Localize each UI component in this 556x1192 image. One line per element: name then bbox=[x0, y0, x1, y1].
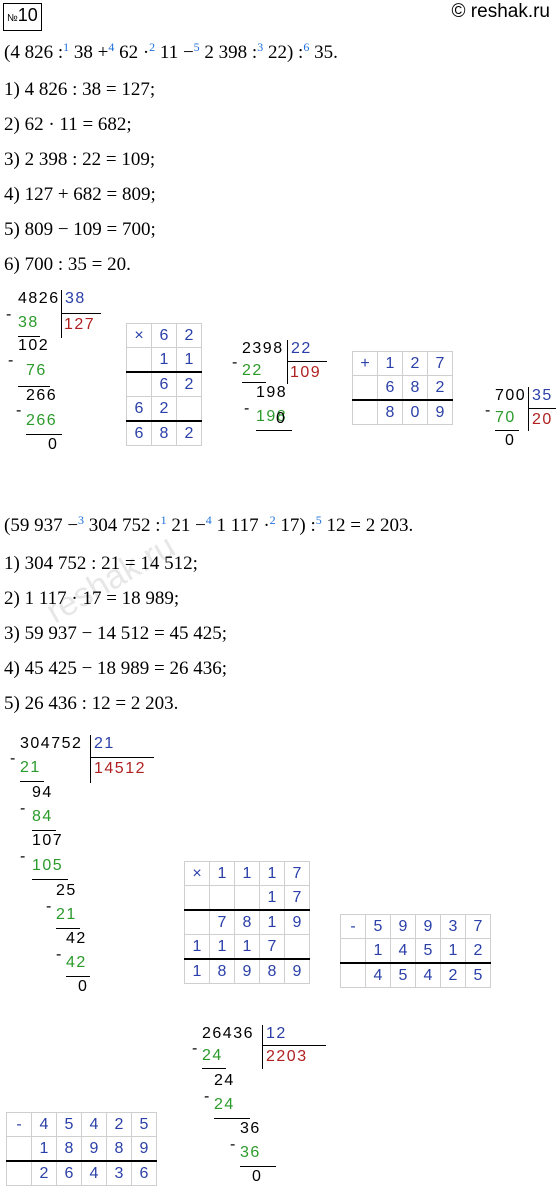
subtrahend: 105 bbox=[32, 857, 64, 874]
multiplication-1117-17: × 1 1 1 7 17 7819 1117 18989 bbox=[184, 861, 310, 984]
step-line: 4) 127 + 682 = 809; bbox=[4, 184, 156, 205]
step-line: 5) 26 436 : 12 = 2 203. bbox=[4, 693, 179, 714]
subtrahend: 22 bbox=[242, 362, 263, 379]
remainder: 36 bbox=[240, 1120, 261, 1137]
step-line: 5) 809 − 109 = 700; bbox=[4, 219, 156, 240]
final-remainder: 0 bbox=[78, 978, 89, 995]
problem-number-badge: №10 bbox=[3, 3, 42, 31]
subtrahend: 70 bbox=[495, 409, 516, 426]
step-line: 6) 700 : 35 = 20. bbox=[4, 254, 131, 275]
badge-number: 10 bbox=[17, 5, 38, 25]
expression-1: (4 826 :1 38 +4 62 ·2 11 −5 2 398 :3 22)… bbox=[4, 40, 338, 63]
quotient: 109 bbox=[290, 364, 322, 381]
remainder: 107 bbox=[32, 832, 64, 849]
quotient: 2203 bbox=[266, 1048, 308, 1065]
subtrahend: 38 bbox=[18, 314, 39, 331]
quotient: 20 bbox=[532, 411, 553, 428]
divisor: 21 bbox=[94, 735, 115, 752]
multiplication-62-11: × 6 2 11 62 62 682 bbox=[126, 323, 202, 446]
subtrahend: 24 bbox=[214, 1096, 235, 1113]
step-line: 3) 59 937 − 14 512 = 45 425; bbox=[4, 623, 228, 644]
remainder: 42 bbox=[66, 930, 87, 947]
site-credit: © reshak.ru bbox=[451, 1, 550, 22]
dividend: 2398 bbox=[242, 340, 284, 357]
subtrahend: 266 bbox=[26, 412, 58, 429]
remainder: 0 bbox=[252, 1168, 263, 1185]
dividend: 700 bbox=[495, 387, 527, 404]
subtrahend: 84 bbox=[32, 808, 53, 825]
step-line: 1) 4 826 : 38 = 127; bbox=[4, 79, 156, 100]
step-line: 2) 62 · 11 = 682; bbox=[4, 114, 132, 135]
quotient: 127 bbox=[64, 316, 96, 333]
subtrahend: 36 bbox=[240, 1144, 261, 1161]
step-line: 2) 1 117 · 17 = 18 989; bbox=[4, 588, 180, 609]
dividend: 26436 bbox=[202, 1025, 254, 1042]
subtrahend: 24 bbox=[202, 1047, 223, 1064]
divisor: 35 bbox=[532, 387, 553, 404]
step-line: 4) 45 425 − 18 989 = 26 436; bbox=[4, 658, 228, 679]
subtrahend: 21 bbox=[20, 759, 41, 776]
remainder: 0 bbox=[505, 432, 516, 449]
remainder: 94 bbox=[32, 784, 53, 801]
divisor: 22 bbox=[291, 340, 312, 357]
subtrahend: 21 bbox=[56, 906, 77, 923]
divisor: 12 bbox=[266, 1025, 287, 1042]
dividend: 304752 bbox=[20, 735, 83, 752]
step-line: 1) 304 752 : 21 = 14 512; bbox=[4, 553, 198, 574]
subtrahend: 76 bbox=[26, 362, 47, 379]
addition-127-682: +1 2 7 682 809 bbox=[352, 351, 453, 425]
remainder: 0 bbox=[276, 410, 287, 427]
remainder: 198 bbox=[256, 384, 288, 401]
remainder: 0 bbox=[48, 436, 59, 453]
expression-2: (59 937 −3 304 752 :1 21 −4 1 117 ·2 17)… bbox=[4, 513, 414, 536]
remainder: 25 bbox=[56, 882, 77, 899]
dividend: 4826 bbox=[18, 290, 60, 307]
subtraction-59937-14512: -59937 14512 45425 bbox=[340, 914, 491, 988]
remainder: 266 bbox=[26, 387, 58, 404]
badge-no-sign: № bbox=[7, 13, 18, 24]
quotient: 14512 bbox=[94, 760, 146, 777]
subtrahend: 42 bbox=[66, 954, 87, 971]
step-line: 3) 2 398 : 22 = 109; bbox=[4, 149, 156, 170]
remainder: 102 bbox=[18, 337, 50, 354]
subtraction-45425-18989: -45425 18989 26436 bbox=[6, 1112, 157, 1186]
remainder: 24 bbox=[214, 1072, 235, 1089]
watermark: reshak.ru bbox=[39, 527, 182, 631]
divisor: 38 bbox=[65, 290, 86, 307]
